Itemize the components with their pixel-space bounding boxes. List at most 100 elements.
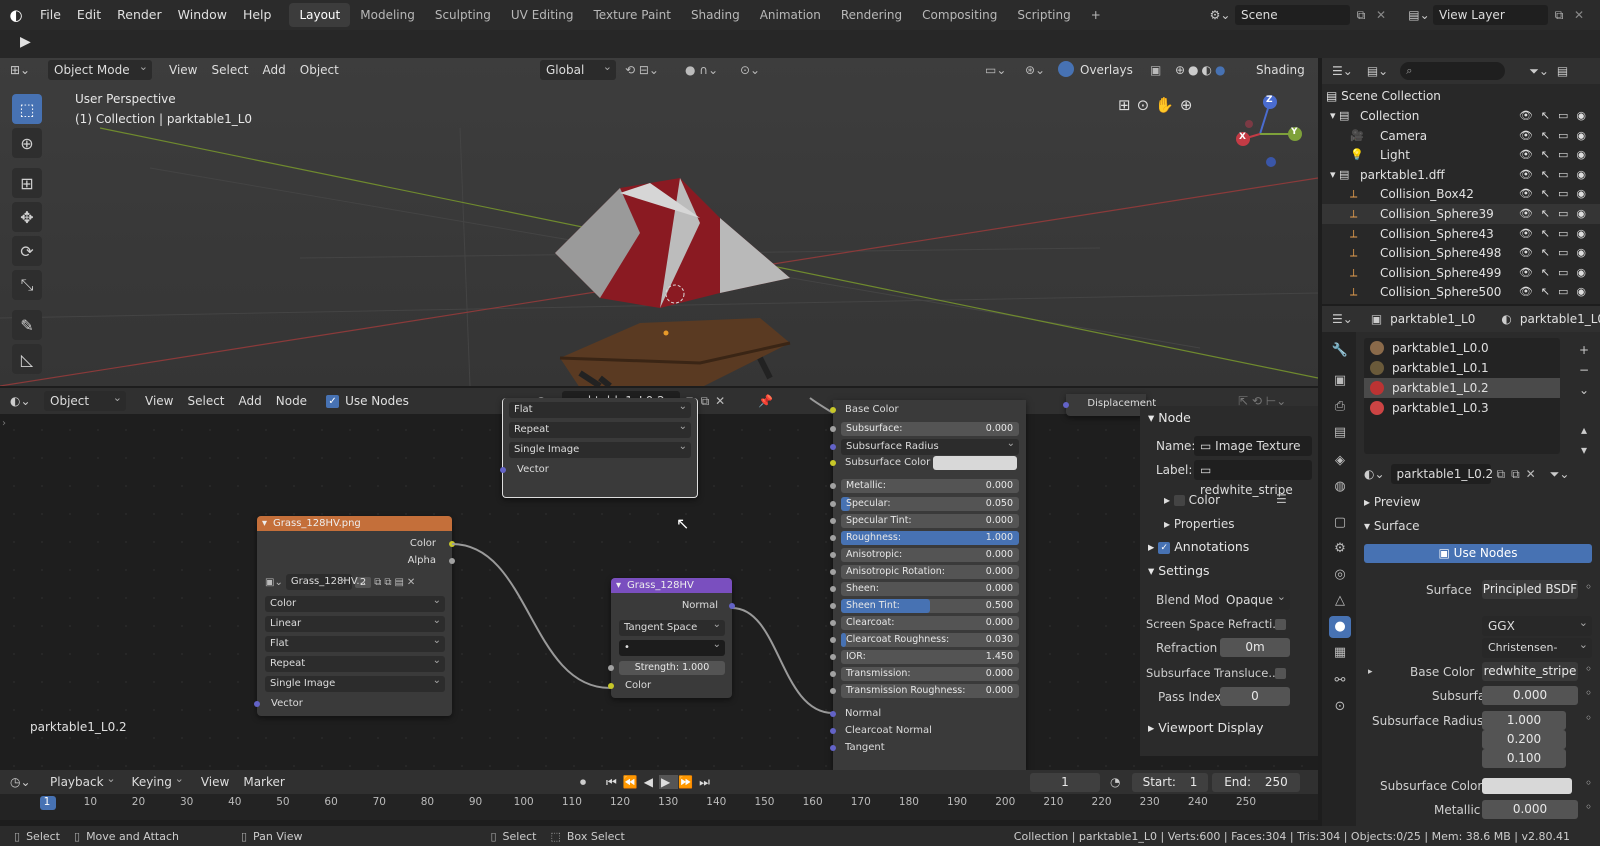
visibility-toggles[interactable]: 👁↖▭◉ [1519,204,1594,224]
projection-dropdown[interactable]: Flat [265,633,445,652]
view-layer-icon[interactable]: ▤⌄ [1405,8,1433,22]
node-menu-select[interactable]: Select [180,391,231,411]
annotate-tool[interactable]: ✎ [12,310,42,340]
extension-dropdown[interactable]: Repeat [265,653,445,672]
workspace-tab-uv-editing[interactable]: UV Editing [501,3,584,27]
surface-shader-dot[interactable]: ◦ [1585,580,1592,594]
properties-subpanel[interactable]: ▸ Properties [1164,514,1235,534]
color-subpanel[interactable]: ▸ Color [1164,490,1220,510]
vector-socket[interactable] [500,467,506,473]
record-icon[interactable]: ⏺ [580,775,586,790]
bsdf-socket[interactable] [830,518,836,524]
workspace-tab-animation[interactable]: Animation [750,3,831,27]
cursor-tool[interactable]: ⊕ [12,128,42,158]
material-buttons[interactable]: ⧉⧉✕ [1497,467,1542,482]
alpha-output-socket[interactable] [449,558,455,564]
projection-single-image[interactable]: Single Image [509,439,691,458]
delete-view-layer-icon[interactable]: ✕ [1570,8,1588,22]
node-label-field[interactable]: ▭ redwhite_stripe [1194,460,1312,497]
bsdf-field-roughness[interactable]: Roughness: 1.000 [841,531,1019,545]
overlays-icon[interactable] [1058,61,1074,77]
constraints-tab-icon[interactable]: ⚯ [1329,670,1351,692]
bsdf-socket[interactable] [830,603,836,609]
workspace-tab-scripting[interactable]: Scripting [1007,3,1080,27]
workspace-tab-shading[interactable]: Shading [681,3,750,27]
bsdf-field-ior[interactable]: IOR: 1.450 [841,650,1019,664]
view-layer-name-field[interactable]: View Layer [1433,5,1548,25]
visibility-toggles[interactable]: 👁↖▭◉ [1519,224,1594,244]
normal-output-socket[interactable] [729,603,735,609]
visibility-toggles[interactable]: 👁↖▭◉ [1519,243,1594,263]
translate-tool[interactable]: ✥ [12,202,42,232]
timer-icon[interactable]: ◔ [1110,775,1120,789]
material-link-icon[interactable]: ⏷⌄ [1550,467,1570,482]
base-color-socket[interactable] [830,407,836,413]
physics-tab-icon[interactable]: ◎ [1329,564,1351,586]
material-slot-0[interactable]: parktable1_L0.0 [1364,338,1560,358]
object-tab-icon[interactable]: ▢ [1329,512,1351,534]
settings-panel-header[interactable]: ▾ Settings [1148,561,1210,581]
strength-socket[interactable] [608,665,614,671]
bsdf-field-sheen[interactable]: Sheen: 0.000 [841,582,1019,596]
particles-tab-icon[interactable]: ⊙ [1329,696,1351,718]
workspace-tab-modeling[interactable]: Modeling [350,3,425,27]
grass-image-node[interactable]: Grass_128HV.png Color Alpha ▣⌄ Grass_128… [254,516,455,716]
material-output-node[interactable]: Displacement [1063,394,1156,416]
visibility-toggles[interactable]: 👁↖▭◉ [1519,282,1594,302]
sidebar-toggle-icon[interactable]: › [2,418,6,429]
subsurface-field[interactable]: 0.000 [1482,686,1578,705]
bsdf-field-metallic[interactable]: Metallic: 0.000 [841,479,1019,493]
bsdf-socket[interactable] [830,654,836,660]
color-space-dropdown[interactable]: Color [265,593,445,612]
outliner-row-collision-sphere43[interactable]: ⟂ Collision_Sphere43 👁↖▭◉ [1322,224,1600,244]
data-tab-icon[interactable]: △ [1329,590,1351,612]
pin-icon[interactable]: 📌 [758,394,773,408]
surface-panel[interactable]: ▾ Surface [1364,516,1420,536]
bsdf-field-transmission[interactable]: Transmission: 0.000 [841,667,1019,681]
blender-logo-icon[interactable]: ◐ [0,6,32,24]
subsurface-color-socket[interactable] [830,460,836,466]
delete-scene-icon[interactable]: ✕ [1372,8,1390,22]
subsurface-radius-socket[interactable] [830,444,836,450]
radius-x-field[interactable]: 1.000 [1482,711,1566,730]
radius-z-field[interactable]: 0.100 [1482,749,1566,768]
xray-icon[interactable]: ▣ [1150,63,1161,77]
extension-flat[interactable]: Flat [509,399,691,418]
bsdf-socket[interactable] [830,688,836,694]
viewport-menu-add[interactable]: Add [256,60,293,80]
view-object-types-icon[interactable]: ▭⌄ [985,63,1006,77]
timeline-menu-view[interactable]: View [194,772,236,792]
workspace-tab-texture-paint[interactable]: Texture Paint [584,3,681,27]
ssr-checkbox[interactable] [1275,619,1286,630]
outliner-row-collision-sphere500[interactable]: ⟂ Collision_Sphere500 👁↖▭◉ [1322,282,1600,302]
shader-type-dropdown[interactable]: Object [44,388,126,411]
metallic-link-dot[interactable]: ◦ [1585,800,1592,814]
bsdf-field-clearcoat-roughness[interactable]: Clearcoat Roughness: 0.030 [841,633,1019,647]
subsurface-color-swatch[interactable] [933,456,1017,470]
bsdf-field-anisotropic[interactable]: Anisotropic: 0.000 [841,548,1019,562]
bsdf-socket[interactable] [830,552,836,558]
vector-input-socket[interactable] [254,701,260,707]
material-slot-1[interactable]: parktable1_L0.1 [1364,358,1560,378]
bsdf-socket[interactable] [830,620,836,626]
subsurface-radius-dropdown[interactable]: Subsurface Radius [841,436,1019,455]
node-panel-header[interactable]: ▾ Node [1148,408,1191,428]
viewport-3d[interactable]: ⊞⌄ Object Mode ViewSelectAddObject Globa… [0,58,1318,386]
axis-gizmo[interactable]: Z Y X [1225,94,1305,174]
bsdf-socket[interactable] [830,586,836,592]
use-nodes-button[interactable]: ▣ Use Nodes [1364,544,1592,563]
node-menu-view[interactable]: View [138,391,180,411]
gizmo-toggle-icon[interactable]: ⊛⌄ [1025,63,1045,77]
scene-collection-row[interactable]: ▤ Scene Collection [1326,86,1441,106]
base-color-field[interactable]: redwhite_stripe [1482,662,1578,681]
shading-modes[interactable]: ⊕●◐● [1175,63,1228,77]
outliner-row-collision-sphere39[interactable]: ⟂ Collision_Sphere39 👁↖▭◉ [1322,204,1600,224]
view-layer-tab-icon[interactable]: ▤ [1329,422,1351,444]
bsdf-socket[interactable] [830,569,836,575]
material-slot-2[interactable]: parktable1_L0.2 [1364,378,1560,398]
image-name-field[interactable]: Grass_128HV... [285,571,366,590]
image-texture-node-top[interactable]: Flat Repeat Single Image Vector [500,398,698,498]
zoom-icon[interactable]: ⊕ [1180,96,1193,114]
image-actions-icon[interactable]: ⧉⧉▤✕ [374,577,418,588]
bsdf-field-subsurface[interactable]: Subsurface: 0.000 [841,422,1019,436]
